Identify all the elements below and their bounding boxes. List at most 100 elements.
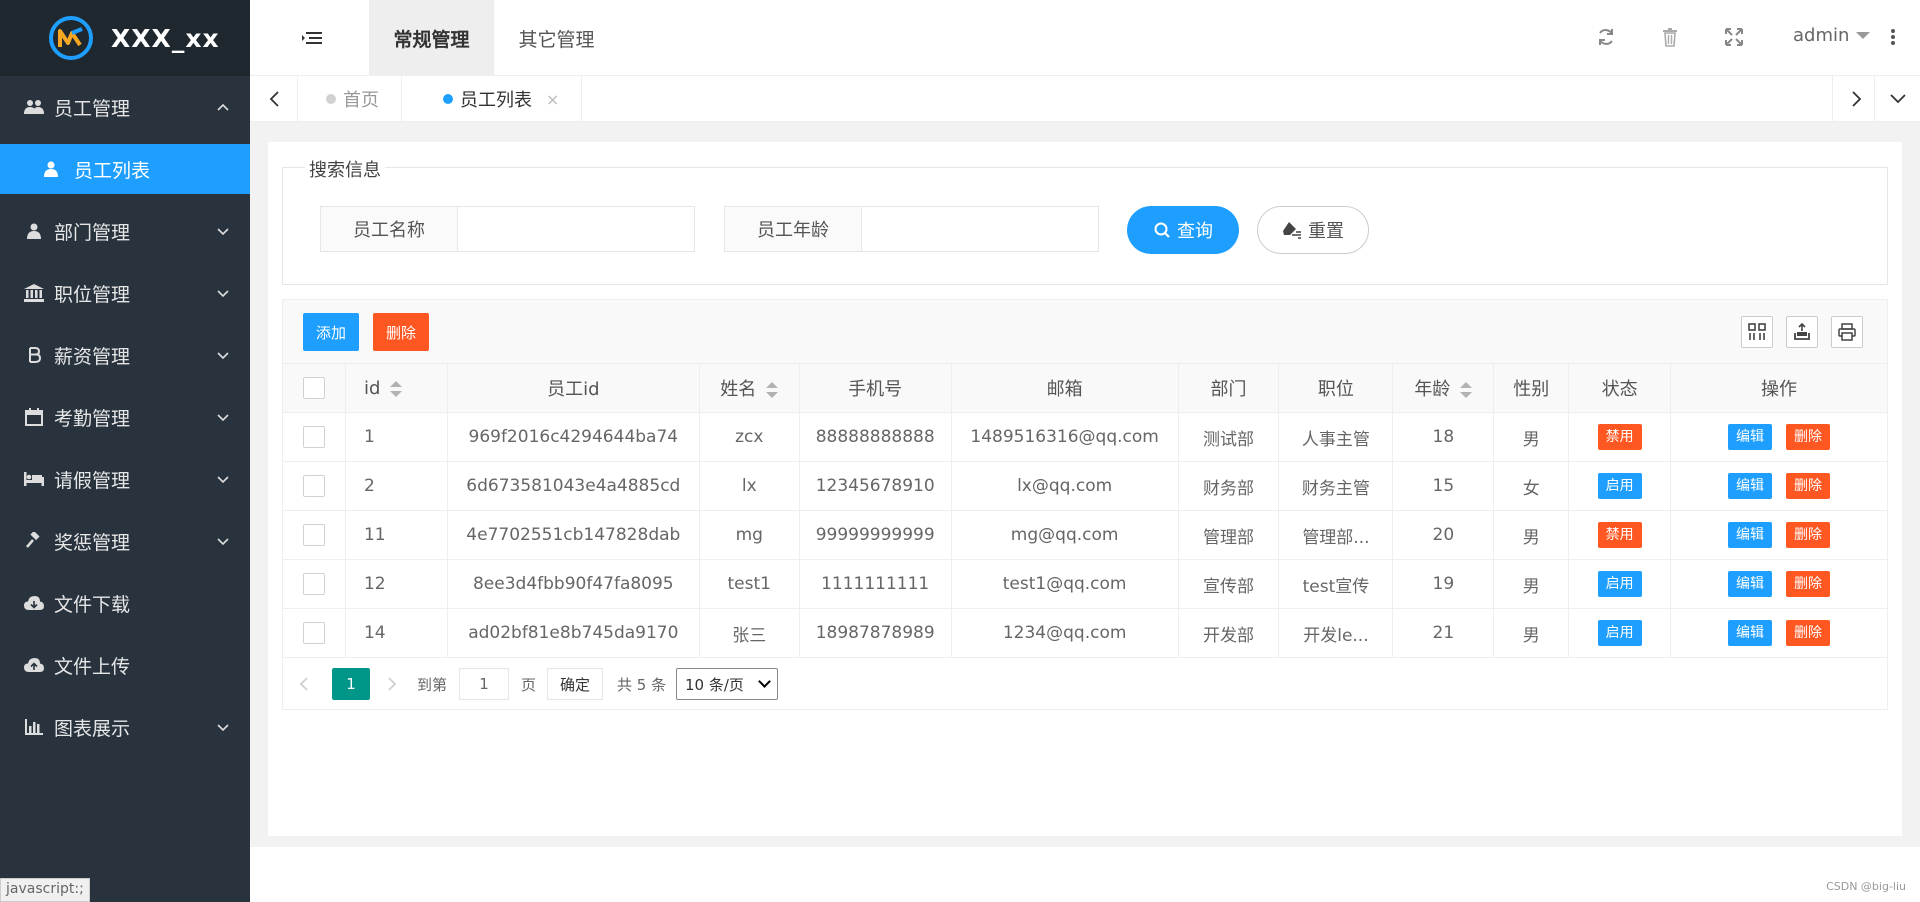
row-checkbox[interactable] bbox=[302, 426, 325, 448]
status-toggle-button[interactable]: 启用 bbox=[1597, 473, 1642, 499]
row-select-cell[interactable] bbox=[282, 461, 346, 511]
close-tab-icon[interactable]: × bbox=[546, 90, 559, 109]
menu-toggle-icon[interactable] bbox=[302, 28, 322, 48]
sidebar-item-reward[interactable]: 奖惩管理 bbox=[0, 510, 250, 572]
header: 常规管理 其它管理 admin bbox=[250, 0, 1920, 76]
delete-button[interactable]: 删除 bbox=[1786, 522, 1831, 548]
row-checkbox[interactable] bbox=[302, 622, 325, 644]
next-page[interactable] bbox=[387, 668, 397, 700]
eraser-icon bbox=[1283, 222, 1301, 239]
trash-icon[interactable] bbox=[1660, 27, 1680, 47]
page-current[interactable]: 1 bbox=[332, 668, 370, 700]
sidebar-item-attendance[interactable]: 考勤管理 bbox=[0, 386, 250, 448]
username: admin bbox=[1793, 25, 1850, 46]
status-toggle-button[interactable]: 禁用 bbox=[1597, 522, 1642, 548]
col-label: 姓名 bbox=[720, 379, 757, 400]
col-age[interactable]: 年龄 bbox=[1392, 363, 1495, 413]
row-checkbox[interactable] bbox=[302, 524, 325, 546]
sidebar-item-leave[interactable]: 请假管理 bbox=[0, 448, 250, 510]
edit-button[interactable]: 编辑 bbox=[1728, 473, 1773, 499]
search-icon bbox=[1154, 222, 1170, 238]
select-all-checkbox[interactable] bbox=[302, 377, 325, 399]
reset-button[interactable]: 重置 bbox=[1257, 206, 1369, 254]
sidebar-item-dept[interactable]: 部门管理 bbox=[0, 200, 250, 262]
chevron-down-icon bbox=[217, 414, 229, 422]
bitcoin-icon bbox=[24, 345, 44, 365]
sidebar-subitem-staff-list[interactable]: 员工列表 bbox=[0, 144, 250, 194]
page-size-select[interactable]: 10 条/页 bbox=[676, 668, 778, 700]
row-select-cell[interactable] bbox=[282, 608, 346, 658]
status-toggle-button[interactable]: 启用 bbox=[1597, 620, 1642, 646]
status-toggle-button[interactable]: 启用 bbox=[1597, 571, 1642, 597]
row-checkbox[interactable] bbox=[302, 475, 325, 497]
edit-button[interactable]: 编辑 bbox=[1728, 424, 1773, 450]
col-actions: 操作 bbox=[1670, 363, 1888, 413]
user-menu[interactable]: admin bbox=[1793, 25, 1871, 46]
cell-name: zcx bbox=[698, 412, 800, 462]
tab-general[interactable]: 常规管理 bbox=[369, 0, 494, 76]
col-label: id bbox=[363, 377, 381, 399]
name-input[interactable] bbox=[458, 206, 695, 252]
tabs-menu[interactable] bbox=[1874, 76, 1920, 122]
cell-email: lx@qq.com bbox=[950, 461, 1179, 511]
page-tab-staff-list[interactable]: 员工列表 × bbox=[415, 76, 583, 122]
page-tab-home[interactable]: 首页 bbox=[298, 76, 402, 122]
delete-button[interactable]: 删除 bbox=[1786, 424, 1831, 450]
more-vertical-icon[interactable] bbox=[1890, 27, 1896, 47]
refresh-icon[interactable] bbox=[1596, 27, 1616, 47]
edit-button[interactable]: 编辑 bbox=[1728, 571, 1773, 597]
cell-actions: 编辑 删除 bbox=[1670, 510, 1888, 560]
sidebar-item-charts[interactable]: 图表展示 bbox=[0, 696, 250, 758]
add-button[interactable]: 添加 bbox=[303, 313, 359, 351]
fullscreen-icon[interactable] bbox=[1724, 27, 1744, 47]
export-button[interactable] bbox=[1786, 316, 1818, 348]
row-checkbox[interactable] bbox=[302, 573, 325, 595]
edit-button[interactable]: 编辑 bbox=[1728, 620, 1773, 646]
row-select-cell[interactable] bbox=[282, 559, 346, 609]
delete-button[interactable]: 删除 bbox=[1786, 571, 1831, 597]
tab-other[interactable]: 其它管理 bbox=[494, 0, 619, 76]
table-row: 11 4e7702551cb147828dab mg 99999999999 mg@qq… bbox=[282, 510, 1888, 560]
col-eid: 员工id bbox=[446, 363, 700, 413]
tabs-scroll-left[interactable] bbox=[250, 76, 298, 122]
goto-confirm-button[interactable]: 确定 bbox=[547, 668, 603, 700]
sidebar-item-salary[interactable]: 薪资管理 bbox=[0, 324, 250, 386]
cell-phone: 88888888888 bbox=[798, 412, 952, 462]
batch-delete-button[interactable]: 删除 bbox=[373, 313, 429, 351]
sidebar-item-staff[interactable]: 员工管理 bbox=[0, 76, 250, 138]
age-input[interactable] bbox=[862, 206, 1099, 252]
print-button[interactable] bbox=[1831, 316, 1863, 348]
col-id[interactable]: id bbox=[344, 363, 448, 413]
column-filter-button[interactable] bbox=[1741, 316, 1773, 348]
col-name[interactable]: 姓名 bbox=[698, 363, 800, 413]
user-icon bbox=[24, 221, 44, 241]
row-select-cell[interactable] bbox=[282, 510, 346, 560]
tabs-scroll-right[interactable] bbox=[1832, 76, 1880, 122]
edit-button[interactable]: 编辑 bbox=[1728, 522, 1773, 548]
row-select-cell[interactable] bbox=[282, 412, 346, 462]
sort-icon[interactable] bbox=[766, 382, 779, 398]
cell-actions: 编辑 删除 bbox=[1670, 559, 1888, 609]
sidebar-item-position[interactable]: 职位管理 bbox=[0, 262, 250, 324]
sidebar-item-upload[interactable]: 文件上传 bbox=[0, 634, 250, 696]
cell-dept: 宣传部 bbox=[1177, 559, 1280, 609]
logo[interactable]: XXX_xx bbox=[0, 0, 250, 76]
table-row: 1 969f2016c4294644ba74 zcx 88888888888 14895… bbox=[282, 412, 1888, 462]
users-icon bbox=[24, 97, 44, 117]
watermark-credit: CSDN @big-liu bbox=[1826, 880, 1906, 893]
chevron-left-icon bbox=[269, 91, 279, 107]
sort-icon[interactable] bbox=[1460, 382, 1473, 398]
cell-eid: ad02bf81e8b745da9170 bbox=[446, 608, 700, 658]
query-button[interactable]: 查询 bbox=[1127, 206, 1239, 254]
status-toggle-button[interactable]: 禁用 bbox=[1597, 424, 1642, 450]
delete-button[interactable]: 删除 bbox=[1786, 473, 1831, 499]
select-all-cell[interactable] bbox=[282, 363, 346, 413]
prev-page[interactable] bbox=[299, 668, 309, 700]
delete-button[interactable]: 删除 bbox=[1786, 620, 1831, 646]
cell-email: 1234@qq.com bbox=[950, 608, 1179, 658]
sidebar-item-label: 部门管理 bbox=[54, 221, 131, 244]
tab-bar: 首页 员工列表 × bbox=[250, 76, 1920, 122]
goto-page-input[interactable]: 1 bbox=[459, 668, 509, 700]
sidebar-item-download[interactable]: 文件下载 bbox=[0, 572, 250, 634]
sort-icon[interactable] bbox=[390, 380, 403, 397]
